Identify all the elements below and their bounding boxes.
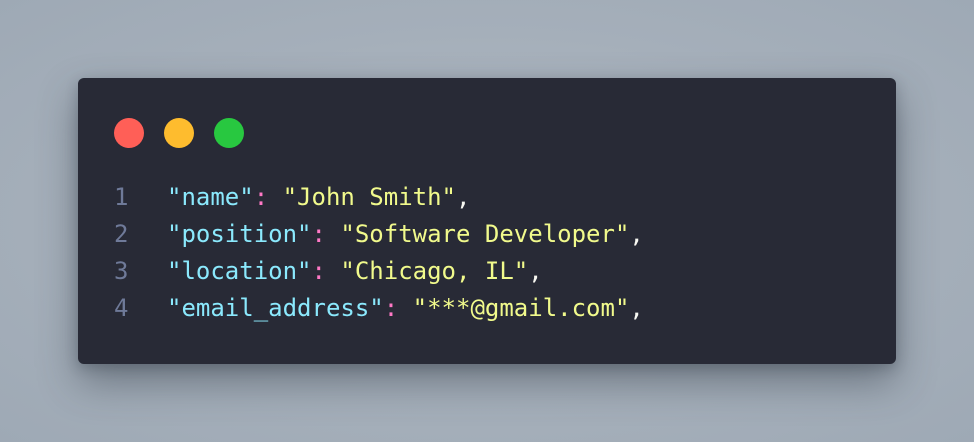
json-key: "email_address" <box>167 294 384 322</box>
line-number: 3 <box>114 257 129 285</box>
window-controls <box>114 118 244 148</box>
json-value: "***@gmail.com" <box>412 294 630 322</box>
json-value: "Chicago, IL" <box>340 257 529 285</box>
json-key: "position" <box>167 220 312 248</box>
code-line: 1 "name" : "John Smith" , <box>114 179 644 216</box>
json-colon: : <box>311 220 341 248</box>
line-number: 2 <box>114 220 129 248</box>
json-colon: : <box>311 257 341 285</box>
json-comma: , <box>629 220 644 248</box>
line-number: 1 <box>114 183 129 211</box>
close-dot-icon[interactable] <box>114 118 144 148</box>
json-key: "location" <box>167 257 312 285</box>
maximize-dot-icon[interactable] <box>214 118 244 148</box>
code-block: 1 "name" : "John Smith" , 2 "position" :… <box>114 179 644 327</box>
json-value: "Software Developer" <box>340 220 630 248</box>
code-window: 1 "name" : "John Smith" , 2 "position" :… <box>78 78 896 364</box>
json-comma: , <box>528 257 543 285</box>
json-comma: , <box>629 294 644 322</box>
json-colon: : <box>253 183 283 211</box>
json-key: "name" <box>167 183 254 211</box>
minimize-dot-icon[interactable] <box>164 118 194 148</box>
line-number: 4 <box>114 294 129 322</box>
code-line: 4 "email_address" : "***@gmail.com" , <box>114 290 644 327</box>
json-colon: : <box>383 294 413 322</box>
code-line: 2 "position" : "Software Developer" , <box>114 216 644 253</box>
json-value: "John Smith" <box>282 183 456 211</box>
code-line: 3 "location" : "Chicago, IL" , <box>114 253 644 290</box>
json-comma: , <box>456 183 471 211</box>
